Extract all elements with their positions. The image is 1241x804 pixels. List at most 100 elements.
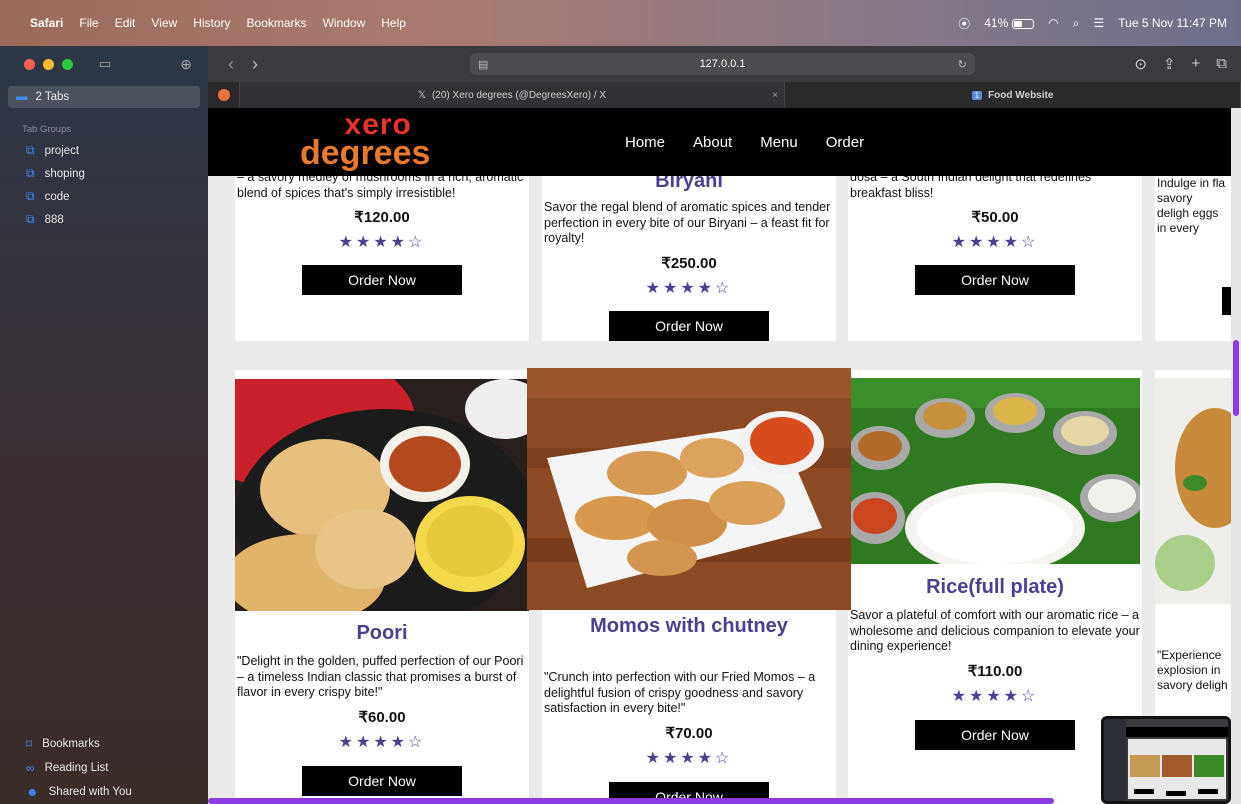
downloads-icon[interactable]: ⊙ bbox=[1134, 55, 1147, 73]
order-now-button[interactable]: Order Now bbox=[302, 265, 462, 295]
menu-card-poori: Poori "Delight in the golden, puffed per… bbox=[235, 370, 529, 804]
card-description: "Crunch into perfection with our Fried M… bbox=[544, 670, 816, 716]
tabs-label: 2 Tabs bbox=[35, 91, 70, 103]
rating-stars: ★★★★☆ bbox=[645, 750, 733, 767]
horizontal-scrollbar[interactable] bbox=[208, 798, 1054, 804]
control-center-icon[interactable]: ☰ bbox=[1094, 16, 1105, 30]
tab-title: Food Website bbox=[988, 89, 1054, 101]
card-price: ₹60.00 bbox=[358, 709, 406, 726]
new-tab-group-icon[interactable]: ⊕ bbox=[180, 56, 192, 73]
rating-stars: ★★★★☆ bbox=[338, 734, 426, 751]
menu-window[interactable]: Window bbox=[323, 16, 366, 30]
menu-card-mushroom: – a savory medley of mushrooms in a rich… bbox=[235, 148, 529, 341]
order-now-button[interactable]: Order Now bbox=[915, 265, 1075, 295]
rating-stars: ★★★★☆ bbox=[951, 234, 1039, 251]
web-content: xero degrees Home About Menu Order – a s… bbox=[208, 108, 1231, 804]
tab-group-shoping[interactable]: ⧉ shoping bbox=[0, 162, 208, 185]
card-price: ₹50.00 bbox=[971, 209, 1019, 226]
card-title: Poori bbox=[356, 622, 408, 644]
order-now-button[interactable] bbox=[1222, 287, 1231, 315]
battery-status[interactable]: 41% bbox=[984, 16, 1035, 30]
new-tab-icon[interactable]: + bbox=[1192, 55, 1201, 73]
rating-stars: ★★★★☆ bbox=[951, 688, 1039, 705]
menu-help[interactable]: Help bbox=[381, 16, 406, 30]
close-tab-icon[interactable]: × bbox=[772, 90, 778, 101]
menu-edit[interactable]: Edit bbox=[115, 16, 136, 30]
tab-group-project[interactable]: ⧉ project bbox=[0, 139, 208, 162]
laptop-icon: ▬ bbox=[16, 91, 28, 103]
tab-group-888[interactable]: ⧉ 888 bbox=[0, 208, 208, 231]
window-preview-thumbnail[interactable] bbox=[1101, 716, 1231, 804]
tab-xero-degrees-x[interactable]: 𝕏 (20) Xero degrees (@DegreesXero) / X × bbox=[240, 82, 785, 108]
minimize-window-button[interactable] bbox=[43, 58, 54, 70]
share-icon[interactable]: ⇪ bbox=[1163, 55, 1176, 73]
logo-bottom-text: degrees bbox=[300, 134, 431, 172]
menu-view[interactable]: View bbox=[151, 16, 177, 30]
reload-icon[interactable]: ↻ bbox=[958, 58, 967, 71]
tab-group-label: shoping bbox=[44, 167, 85, 180]
tab-bar: 𝕏 (20) Xero degrees (@DegreesXero) / X ×… bbox=[208, 82, 1241, 108]
poori-photo bbox=[235, 379, 529, 611]
back-button[interactable]: ‹ bbox=[228, 54, 234, 75]
tab-groups-heading: Tab Groups bbox=[22, 124, 72, 135]
tab-title: (20) Xero degrees (@DegreesXero) / X bbox=[431, 89, 607, 101]
spotlight-icon[interactable]: ⌕ bbox=[1073, 16, 1080, 31]
tab-group-icon: ⧉ bbox=[26, 212, 35, 226]
sidebar-toggle-icon[interactable]: ▭ bbox=[99, 56, 111, 72]
card-price: ₹250.00 bbox=[661, 255, 717, 272]
rating-stars: ★★★★☆ bbox=[338, 234, 426, 251]
momos-photo bbox=[527, 368, 851, 610]
page-menu-icon[interactable]: ▤ bbox=[478, 58, 488, 71]
close-window-button[interactable] bbox=[24, 58, 35, 70]
sidebar-tabs-item[interactable]: ▬ 2 Tabs bbox=[8, 86, 200, 108]
zoom-window-button[interactable] bbox=[62, 58, 73, 70]
pinned-site-icon bbox=[217, 89, 230, 101]
samosa-photo bbox=[1155, 378, 1231, 604]
reading-list-icon: ∞ bbox=[26, 761, 35, 775]
sidebar-bookmarks[interactable]: ⌑ Bookmarks bbox=[0, 732, 208, 756]
menu-history[interactable]: History bbox=[193, 16, 230, 30]
order-now-button[interactable]: Order Now bbox=[915, 720, 1075, 750]
tab-group-label: code bbox=[44, 190, 70, 203]
sidebar-reading-list[interactable]: ∞ Reading List bbox=[0, 756, 208, 780]
card-title: Momos with chutney bbox=[590, 615, 788, 637]
card-description: Savor a plateful of comfort with our aro… bbox=[850, 608, 1140, 654]
x-logo-icon: 𝕏 bbox=[417, 89, 426, 101]
nav-order[interactable]: Order bbox=[826, 134, 864, 151]
forward-button[interactable]: › bbox=[252, 54, 258, 75]
vertical-scrollbar[interactable] bbox=[1231, 108, 1241, 804]
sidebar-shared-label: Shared with You bbox=[48, 786, 132, 798]
safari-sidebar: ▭ ⊕ ▬ 2 Tabs Tab Groups ⧉ project ⧉ shopin… bbox=[0, 46, 208, 804]
tab-food-website[interactable]: 1 Food Website bbox=[785, 82, 1241, 108]
scrollbar-thumb[interactable] bbox=[1233, 340, 1239, 416]
rating-stars: ★★★★☆ bbox=[645, 280, 733, 297]
sidebar-shared-with-you[interactable]: ☻ Shared with You bbox=[0, 780, 208, 804]
menu-file[interactable]: File bbox=[79, 16, 98, 30]
tab-number-icon: 1 bbox=[971, 90, 983, 100]
menu-card-biryani: Biryani Savor the regal blend of aromati… bbox=[542, 148, 836, 341]
menu-card-dosa: dosa – a South Indian delight that redef… bbox=[848, 148, 1142, 341]
sidebar-reading-list-label: Reading List bbox=[44, 762, 109, 774]
menu-bookmarks[interactable]: Bookmarks bbox=[247, 16, 307, 30]
menu-safari[interactable]: Safari bbox=[30, 16, 63, 30]
tab-group-label: project bbox=[44, 144, 80, 157]
xero-degrees-logo[interactable]: xero degrees bbox=[300, 110, 431, 172]
clock[interactable]: Tue 5 Nov 11:47 PM bbox=[1118, 16, 1227, 30]
tab-group-icon: ⧉ bbox=[26, 189, 35, 203]
shared-icon: ☻ bbox=[26, 785, 39, 799]
order-now-button[interactable]: Order Now bbox=[609, 311, 769, 341]
bookmark-icon: ⌑ bbox=[26, 737, 33, 751]
pinned-tab[interactable] bbox=[208, 82, 240, 108]
wifi-icon[interactable]: ◠ bbox=[1048, 16, 1058, 30]
nav-about[interactable]: About bbox=[693, 134, 732, 151]
tab-overview-icon[interactable]: ⧉ bbox=[1216, 55, 1227, 73]
address-bar[interactable]: ▤ 127.0.0.1 ↻ bbox=[470, 53, 975, 75]
nav-menu[interactable]: Menu bbox=[760, 134, 798, 151]
tab-group-code[interactable]: ⧉ code bbox=[0, 185, 208, 208]
order-now-button[interactable]: Order Now bbox=[302, 766, 462, 796]
play-icon[interactable]: ⦿ bbox=[958, 15, 970, 32]
tab-group-icon: ⧉ bbox=[26, 143, 35, 157]
tab-group-label: 888 bbox=[44, 213, 64, 226]
nav-home[interactable]: Home bbox=[625, 134, 665, 151]
card-description: Savor the regal blend of aromatic spices… bbox=[544, 200, 831, 246]
